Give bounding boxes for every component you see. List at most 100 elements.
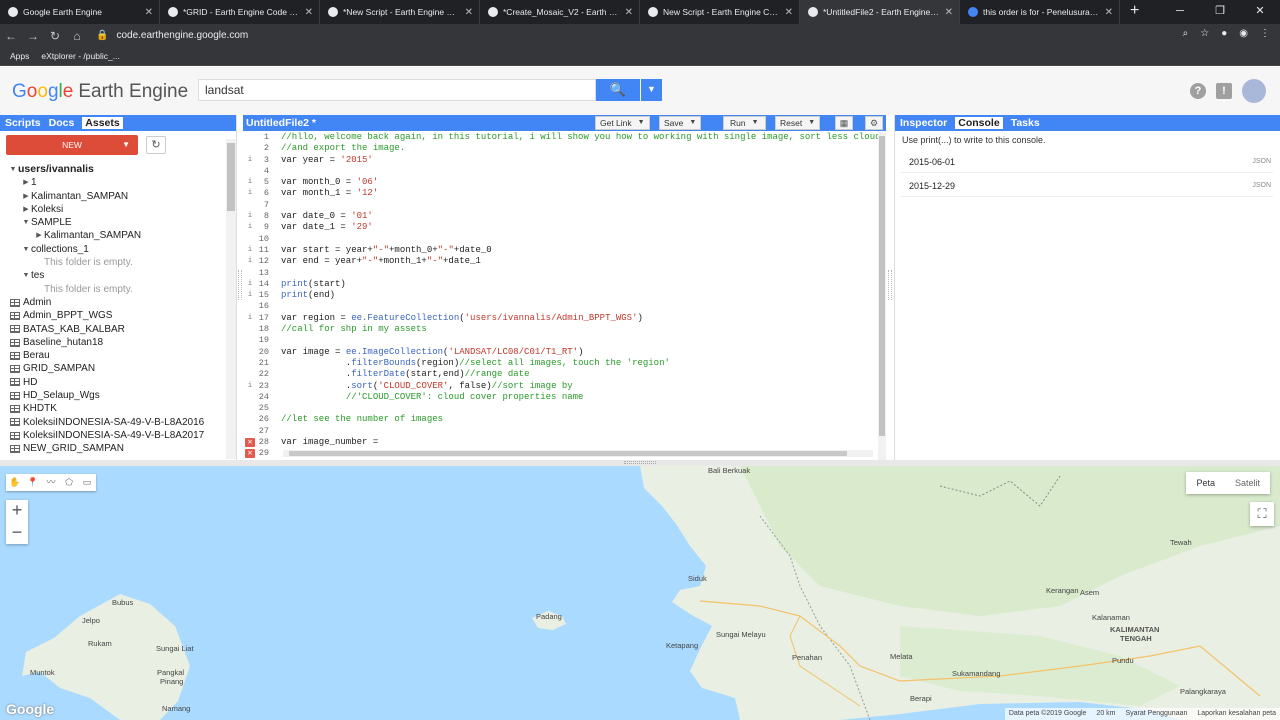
code-line[interactable]: 27 — [243, 426, 878, 437]
tab-tasks[interactable]: Tasks — [1011, 117, 1040, 129]
caret-down-icon[interactable]: ▼ — [21, 216, 31, 229]
zoom-in-button[interactable]: + — [6, 500, 28, 522]
zoom-out-button[interactable]: − — [6, 522, 28, 544]
asset-table-item[interactable]: Admin_BPPT_WGS — [0, 309, 226, 322]
asset-folder-item[interactable]: ▼ users/ivannalis — [0, 163, 226, 176]
search-button[interactable]: 🔍 — [596, 79, 640, 101]
reset-button[interactable]: Reset ▼ — [775, 116, 821, 130]
asset-table-item[interactable]: KoleksiINDONESIA-SA-49-V-B-L8A2016 — [0, 416, 226, 429]
asset-folder-item[interactable]: ▶ 1 — [0, 176, 226, 189]
asset-table-item[interactable]: Admin — [0, 296, 226, 309]
info-icon[interactable]: i — [243, 279, 257, 290]
marker-icon[interactable]: 📍 — [24, 474, 42, 491]
browser-tab[interactable]: this order is for - Penelusuran G ✕ — [960, 0, 1120, 24]
report-error-link[interactable]: Laporkan kesalahan peta — [1197, 708, 1276, 720]
fullscreen-button[interactable]: ⛶ — [1250, 502, 1274, 526]
code-line[interactable]: 21 .filterBounds(region)//select all ima… — [243, 358, 878, 369]
browser-tab[interactable]: *GRID - Earth Engine Code Editor ✕ — [160, 0, 320, 24]
line-icon[interactable]: 〰 — [42, 474, 60, 491]
code-line[interactable]: i 11 var start = year+"-"+month_0+"-"+date… — [243, 245, 878, 256]
extension-icon[interactable]: ● — [1221, 28, 1227, 39]
help-icon[interactable]: ? — [1190, 83, 1206, 99]
run-button[interactable]: Run ▼ — [723, 116, 766, 130]
caret-down-icon[interactable]: ▼ — [8, 163, 18, 176]
browser-tab[interactable]: New Script - Earth Engine Code E ✕ — [640, 0, 800, 24]
asset-folder-item[interactable]: ▼ collections_1 — [0, 243, 226, 256]
code-line[interactable]: i 15 print(end) — [243, 290, 878, 301]
error-icon[interactable]: ✕ — [245, 438, 255, 448]
avatar[interactable] — [1242, 79, 1266, 103]
close-tab-icon[interactable]: ✕ — [625, 7, 633, 18]
bookmark-explorer[interactable]: eXtplorer - /public_... — [41, 51, 119, 61]
close-window-icon[interactable]: ✕ — [1240, 0, 1280, 24]
json-link[interactable]: JSON — [1252, 182, 1271, 189]
save-button[interactable]: Save ▼ — [659, 116, 702, 130]
code-line[interactable]: i 6 var month_1 = '12' — [243, 188, 878, 199]
asset-table-item[interactable]: Berau — [0, 349, 226, 362]
editor-horizontal-scrollbar[interactable] — [283, 450, 873, 457]
new-tab-button[interactable]: + — [1120, 0, 1149, 24]
feedback-icon[interactable]: ! — [1216, 83, 1232, 99]
map-view[interactable]: Bali Berkuak Tewah Siduk Bubus Jelpo Rukam Sun… — [0, 466, 1280, 720]
left-splitter[interactable] — [238, 270, 242, 300]
asset-folder-item[interactable]: ▶ Koleksi — [0, 203, 226, 216]
console-output-row[interactable]: 2015-06-01 JSON — [901, 153, 1273, 173]
info-icon[interactable]: i — [243, 245, 257, 256]
code-line[interactable]: 4 — [243, 166, 878, 177]
code-line[interactable]: i 9 var date_1 = '29' — [243, 222, 878, 233]
forward-icon[interactable]: → — [22, 29, 44, 43]
caret-down-icon[interactable]: ▼ — [21, 269, 31, 282]
assets-scrollbar[interactable] — [226, 139, 236, 459]
code-line[interactable]: 16 — [243, 301, 878, 312]
info-icon[interactable]: i — [243, 155, 257, 166]
browser-tab[interactable]: *New Script - Earth Engine Code ✕ — [320, 0, 480, 24]
code-line[interactable]: 25 — [243, 403, 878, 414]
gear-icon[interactable]: ⚙ — [865, 116, 883, 130]
asset-folder-item[interactable]: ▼ tes — [0, 269, 226, 282]
asset-table-item[interactable]: GRID_SAMPAN — [0, 362, 226, 375]
tab-docs[interactable]: Docs — [49, 117, 75, 129]
close-tab-icon[interactable]: ✕ — [785, 7, 793, 18]
code-line[interactable]: 20 var image = ee.ImageCollection('LANDSA… — [243, 347, 878, 358]
terms-link[interactable]: Syarat Penggunaan — [1125, 708, 1187, 720]
json-link[interactable]: JSON — [1252, 158, 1271, 165]
search-input[interactable]: landsat — [198, 79, 596, 101]
code-line[interactable]: ✕ 28 var image_number = — [243, 437, 878, 448]
asset-table-item[interactable]: KoleksiINDONESIA-SA-49-V-B-L8A2017 — [0, 429, 226, 442]
refresh-button[interactable]: ↻ — [146, 136, 166, 154]
error-icon[interactable]: ✕ — [245, 449, 255, 458]
extension-icon[interactable]: ◉ — [1239, 28, 1248, 39]
rectangle-icon[interactable]: ▭ — [78, 474, 96, 491]
code-line[interactable]: 2 //and export the image. — [243, 143, 878, 154]
code-line[interactable]: i 17 var region = ee.FeatureCollection('us… — [243, 313, 878, 324]
asset-folder-item[interactable]: ▼ SAMPLE — [0, 216, 226, 229]
code-line[interactable]: 13 — [243, 268, 878, 279]
get-link-button[interactable]: Get Link ▼ — [595, 116, 650, 130]
menu-icon[interactable]: ⋮ — [1260, 28, 1270, 39]
editor-scrollbar[interactable] — [878, 132, 886, 460]
close-tab-icon[interactable]: ✕ — [145, 7, 153, 18]
pan-hand-icon[interactable]: ✋ — [6, 474, 24, 491]
code-line[interactable]: 24 //'CLOUD_COVER': cloud cover properti… — [243, 392, 878, 403]
right-splitter[interactable] — [888, 270, 892, 300]
code-line[interactable]: 10 — [243, 234, 878, 245]
asset-table-item[interactable]: NEW_GRID_SAMPAN — [0, 442, 226, 455]
new-asset-button[interactable]: NEW ▼ — [6, 135, 138, 155]
console-output-row[interactable]: 2015-12-29 JSON — [901, 177, 1273, 197]
asset-folder-item[interactable]: ▶ Kalimantan_SAMPAN — [0, 190, 226, 203]
close-tab-icon[interactable]: ✕ — [465, 7, 473, 18]
info-icon[interactable]: i — [243, 177, 257, 188]
map-type-map[interactable]: Peta — [1186, 472, 1225, 494]
asset-table-item[interactable]: Baseline_hutan18 — [0, 336, 226, 349]
caret-down-icon[interactable]: ▼ — [21, 243, 31, 256]
tab-console[interactable]: Console — [955, 117, 1003, 129]
splitter-grip[interactable] — [624, 461, 656, 464]
code-line[interactable]: 7 — [243, 200, 878, 211]
polygon-icon[interactable]: ⬠ — [60, 474, 78, 491]
asset-table-item[interactable]: BATAS_KAB_KALBAR — [0, 323, 226, 336]
reload-icon[interactable]: ↻ — [44, 29, 66, 43]
scroll-thumb[interactable] — [227, 143, 235, 211]
code-line[interactable]: i 3 var year = '2015' — [243, 155, 878, 166]
info-icon[interactable]: i — [243, 290, 257, 301]
browser-tab[interactable]: *Create_Mosaic_V2 - Earth Engin ✕ — [480, 0, 640, 24]
